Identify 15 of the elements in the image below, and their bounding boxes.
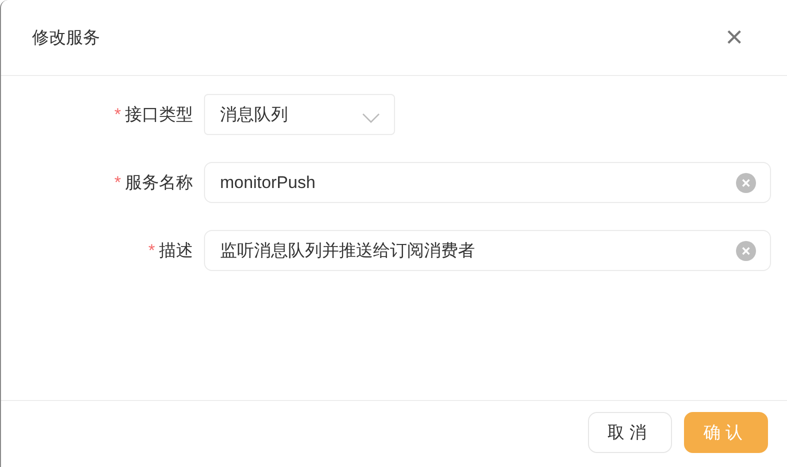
text-field[interactable]: monitorPush bbox=[204, 162, 771, 203]
cancel-button[interactable]: 取消 bbox=[588, 412, 672, 452]
type-select[interactable]: 消息队列 bbox=[204, 94, 395, 135]
field-label: 接口类型 bbox=[125, 104, 193, 126]
required-mark: * bbox=[114, 172, 121, 192]
required-mark: * bbox=[148, 240, 155, 260]
required-mark: * bbox=[114, 104, 121, 124]
field-label: 服务名称 bbox=[125, 172, 193, 194]
clear-icon[interactable] bbox=[736, 172, 756, 192]
close-button[interactable]: × bbox=[725, 22, 743, 52]
field-label: 描述 bbox=[159, 240, 193, 262]
caret-icon bbox=[362, 112, 380, 122]
text-field[interactable]: 监听消息队列并推送给订阅消费者 bbox=[204, 230, 771, 271]
dialog-title: 修改服务 bbox=[32, 27, 100, 49]
clear-icon[interactable] bbox=[736, 240, 756, 260]
